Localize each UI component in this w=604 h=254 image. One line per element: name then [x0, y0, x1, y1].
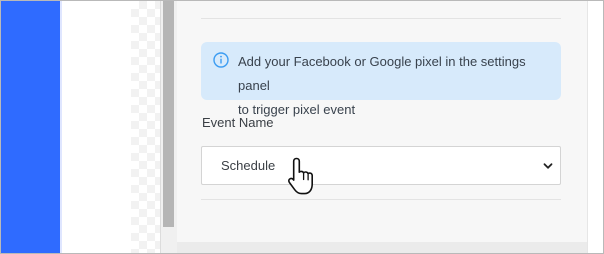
- panel-footer-band: [177, 242, 587, 253]
- info-circle-icon: [213, 52, 229, 68]
- transparency-checkerboard: [131, 1, 160, 253]
- chevron-down-icon: [543, 163, 553, 169]
- info-text: Add your Facebook or Google pixel in the…: [238, 50, 558, 122]
- event-name-label: Event Name: [202, 115, 274, 130]
- divider-top: [201, 18, 561, 19]
- divider-bottom: [201, 199, 561, 200]
- event-name-selected-value: Schedule: [221, 158, 276, 173]
- screenshot-frame: Add your Facebook or Google pixel in the…: [0, 0, 604, 254]
- panel-right-gutter: [587, 1, 603, 253]
- event-name-select[interactable]: Schedule: [201, 146, 561, 185]
- info-notice: Add your Facebook or Google pixel in the…: [201, 42, 561, 117]
- info-text-line2: to trigger pixel event: [238, 102, 356, 117]
- hand-pointer-cursor-icon: [288, 157, 313, 195]
- left-blue-panel: [1, 1, 60, 253]
- scrollbar-thumb[interactable]: [163, 1, 174, 227]
- info-text-line1: Add your Facebook or Google pixel in the…: [238, 54, 526, 93]
